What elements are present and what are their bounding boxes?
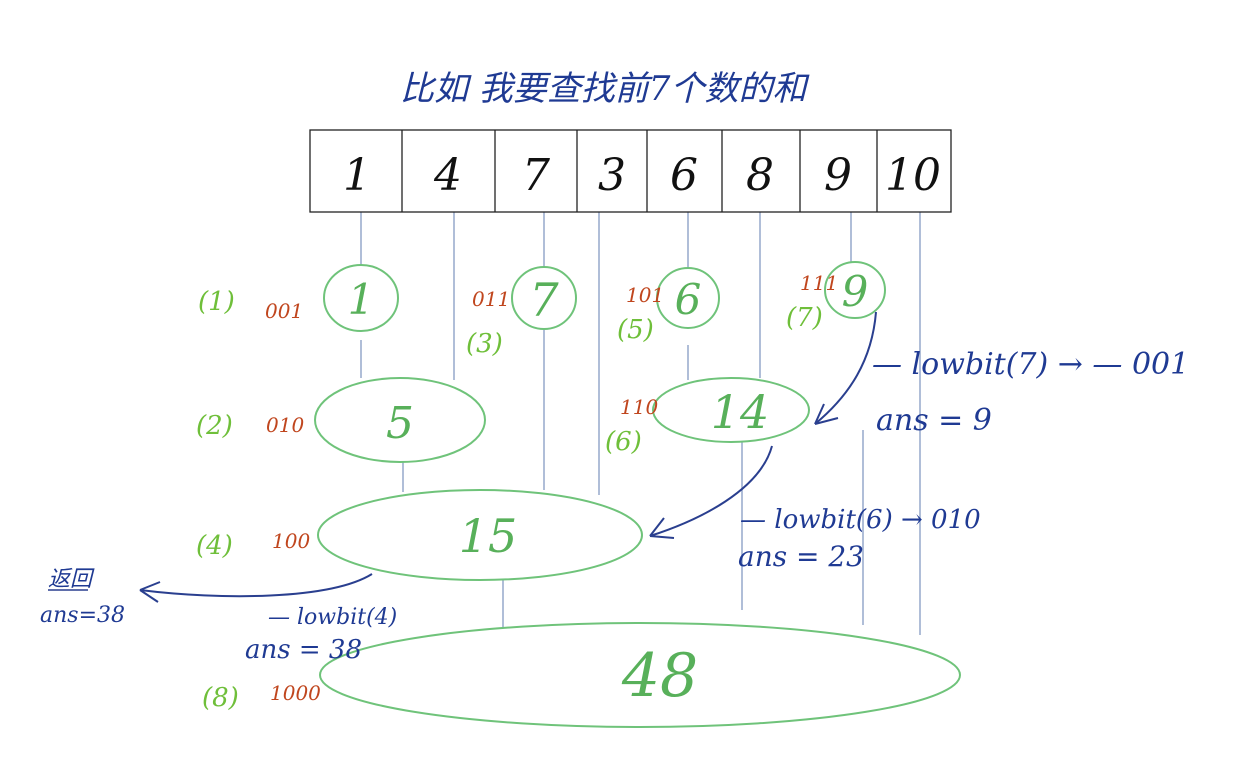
tree-node-value: 14: [711, 385, 770, 439]
array-cell: 3: [598, 150, 626, 201]
tree-node-value: 6: [675, 275, 702, 324]
annotation-return: 返回: [48, 567, 95, 592]
node-binary: 001: [265, 299, 303, 323]
node-index: (3): [466, 329, 503, 359]
node-binary: 110: [620, 395, 658, 419]
node-binary: 101: [626, 283, 664, 307]
fenwick-tree-diagram: 比如 我要查找前7个数的和 1 4 7 3 6 8 9 10 1 5 7 15 …: [40, 69, 1189, 728]
arrow-7-to-6: [814, 311, 877, 425]
annotation-lowbit-6: — lowbit(6) → 010: [740, 505, 981, 535]
node-index: (8): [202, 683, 239, 713]
node-index: (6): [605, 427, 642, 457]
title: 比如 我要查找前7个数的和: [400, 69, 810, 109]
node-binary: 1000: [270, 681, 321, 705]
annotation-ans-23: ans = 23: [738, 540, 864, 573]
array-cell: 1: [343, 150, 371, 201]
annotation-ans-38: ans = 38: [245, 635, 362, 665]
array-box: 1 4 7 3 6 8 9 10: [309, 129, 952, 213]
node-binary: 111: [800, 271, 838, 295]
array-cell: 7: [522, 150, 550, 201]
node-binary: 100: [272, 529, 310, 553]
node-binary: 010: [266, 413, 304, 437]
node-index: (4): [196, 531, 233, 561]
tree-node-value: 7: [529, 273, 559, 327]
annotation-ans-9: ans = 9: [876, 403, 992, 438]
annotation-lowbit-4: — lowbit(4): [268, 605, 397, 630]
node-index: (5): [617, 315, 654, 345]
array-cell: 10: [885, 150, 941, 201]
array-cell: 4: [433, 150, 462, 201]
array-border: [309, 129, 952, 213]
tree-node-value: 15: [459, 509, 518, 563]
array-cell: 6: [670, 150, 698, 201]
node-binary: 011: [472, 287, 510, 311]
node-index: (1): [198, 287, 235, 317]
node-index: (7): [786, 303, 823, 333]
tree-node-value: 48: [621, 641, 698, 711]
node-index: (2): [196, 411, 233, 441]
annotation-return-ans: ans=38: [40, 603, 125, 628]
tree-node-value: 9: [842, 267, 869, 316]
annotation-lowbit-7: — lowbit(7) → — 001: [872, 347, 1189, 382]
array-cell: 9: [824, 150, 852, 201]
tree-node-value: 5: [386, 398, 414, 449]
arrow-4-return: [139, 573, 373, 598]
tree-node-value: 1: [348, 275, 375, 324]
array-cell: 8: [746, 150, 774, 201]
